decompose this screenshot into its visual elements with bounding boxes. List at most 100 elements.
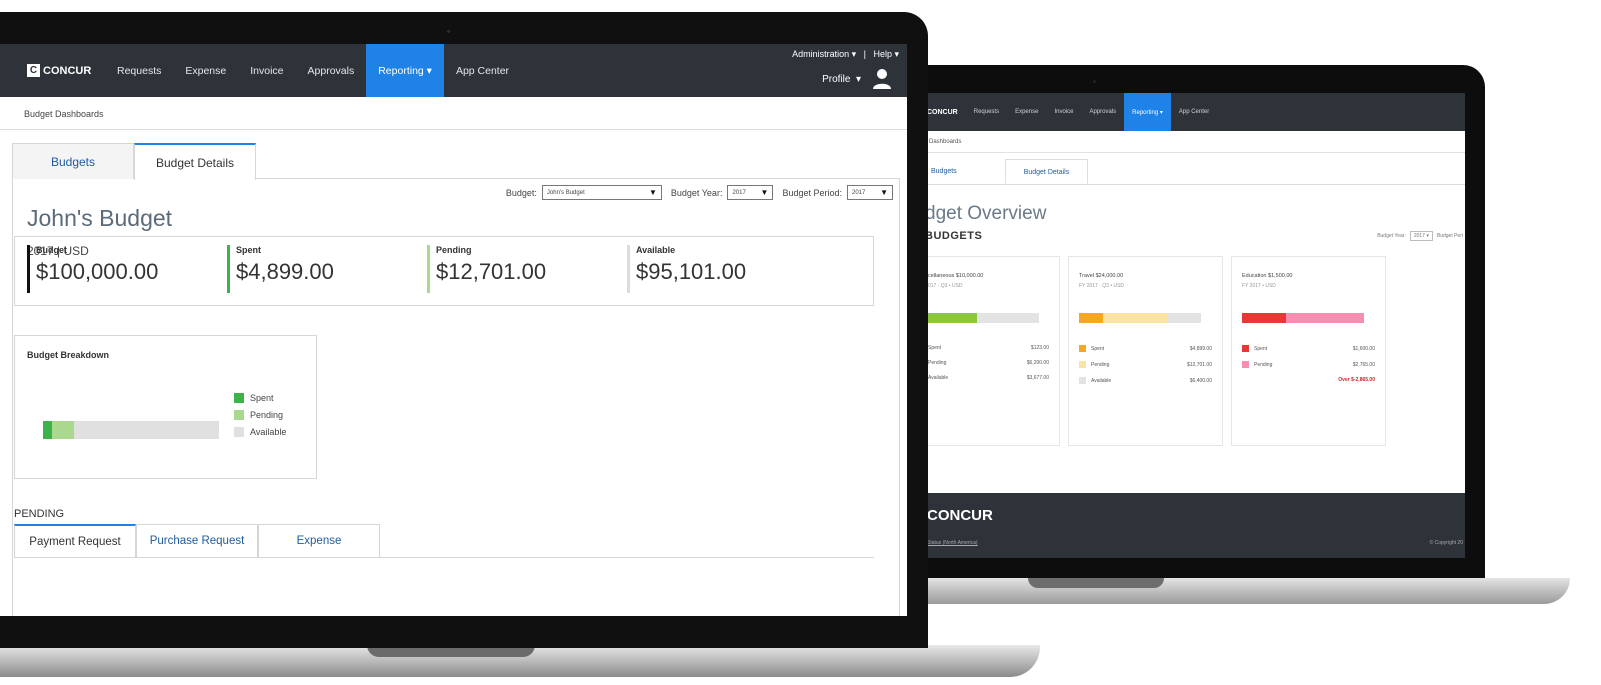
back-laptop-notch bbox=[1028, 578, 1164, 588]
back-card-swatch bbox=[1079, 361, 1086, 368]
budget-label: Budget: bbox=[505, 187, 537, 198]
back-nav-invoice[interactable]: Invoice bbox=[1046, 93, 1081, 131]
back-card-swatch bbox=[1079, 345, 1086, 352]
pending-tab-purchase-request[interactable]: Purchase Request bbox=[136, 524, 258, 558]
front-screen: C CONCUR Requests Expense Invoice Approv… bbox=[0, 44, 907, 616]
legend-item-pending: Pending bbox=[234, 410, 286, 420]
summary-value: $4,899.00 bbox=[236, 259, 334, 284]
front-camera-icon: ◦ bbox=[447, 26, 451, 36]
pending-tab-expense[interactable]: Expense bbox=[258, 524, 380, 558]
nav-requests[interactable]: Requests bbox=[105, 44, 173, 97]
budget-summary: Budget $100,000.00 Spent $4,899.00 Pending $1… bbox=[14, 236, 874, 306]
breakdown-title: Budget Breakdown bbox=[27, 350, 110, 360]
back-card-row: Spent $123.00 bbox=[928, 345, 1049, 351]
nav-bar: C CONCUR Requests Expense Invoice Approv… bbox=[0, 44, 907, 97]
concur-logo-icon: C bbox=[27, 64, 40, 77]
back-nav-requests[interactable]: Requests bbox=[966, 93, 1007, 131]
user-avatar-icon[interactable] bbox=[872, 68, 892, 90]
back-card-title: cellaneous $10,000.00 bbox=[928, 273, 984, 279]
summary-item-budget: Budget $100,000.00 bbox=[27, 245, 227, 293]
back-tab-budgets[interactable]: Budgets bbox=[925, 159, 975, 184]
back-card-swatch bbox=[1242, 361, 1249, 368]
back-card-title: Travel $24,000.00 bbox=[1079, 273, 1124, 279]
profile-menu[interactable]: Profile ▾ bbox=[822, 74, 861, 85]
back-card-row-key: Spent bbox=[1079, 345, 1104, 352]
tab-budgets[interactable]: Budgets bbox=[12, 143, 134, 179]
back-footer-brand: CONCUR bbox=[927, 507, 993, 524]
back-card-swatch bbox=[1079, 377, 1086, 384]
back-budget-card[interactable]: cellaneous $10,000.00 017 · Q3 • USD Spent… bbox=[925, 256, 1060, 446]
back-card-swatch bbox=[1242, 345, 1249, 352]
nav-approvals[interactable]: Approvals bbox=[296, 44, 367, 97]
back-card-row-label: Pending bbox=[1091, 361, 1110, 368]
budget-dropdown[interactable]: John's Budget ▼ bbox=[541, 185, 662, 200]
pending-tabs-divider bbox=[14, 557, 874, 558]
back-card-legend: Spent $4,899.00 Pending $12,701.00 Available… bbox=[1079, 345, 1212, 384]
back-card-title: Education $1,500.00 bbox=[1242, 273, 1293, 279]
page-title: John's Budget bbox=[27, 205, 173, 231]
nav-invoice[interactable]: Invoice bbox=[238, 44, 295, 97]
back-card-row-value: $1,600.00 bbox=[1352, 345, 1375, 352]
back-footer-status-link[interactable]: Status (North America) bbox=[927, 540, 978, 546]
budget-year-label: Budget Year: bbox=[670, 187, 723, 198]
back-card-row-label: Pending bbox=[928, 360, 947, 366]
back-breadcrumb[interactable]: Dashboards bbox=[925, 131, 1465, 153]
breadcrumb[interactable]: Budget Dashboards bbox=[0, 97, 907, 130]
back-tab-budget-details[interactable]: Budget Details bbox=[1004, 159, 1089, 184]
budget-period-dropdown[interactable]: 2017 ▼ bbox=[847, 185, 893, 200]
budget-selectors: Budget: John's Budget ▼ Budget Year: 201… bbox=[506, 185, 893, 200]
summary-item-spent: Spent $4,899.00 bbox=[227, 245, 427, 293]
back-card-row: Available $6,400.00 bbox=[1079, 377, 1212, 384]
back-card-row: Pending $6,200.00 bbox=[928, 360, 1049, 366]
back-screen: CONCUR Requests Expense Invoice Approval… bbox=[925, 93, 1465, 558]
back-section-title: BUDGETS bbox=[925, 230, 983, 242]
budget-breakdown-card: Budget Breakdown Spent Pending Available bbox=[14, 335, 317, 479]
back-card-bar-segment bbox=[1079, 313, 1104, 323]
concur-logo[interactable]: C CONCUR bbox=[27, 64, 91, 77]
back-card-subtitle: FY 2017 • USD bbox=[1242, 283, 1276, 289]
back-card-legend: Spent $1,600.00 Pending $2,765.00 Over $-2,8… bbox=[1242, 345, 1375, 383]
back-card-row-key: Available bbox=[1079, 377, 1111, 384]
nav-reporting[interactable]: Reporting ▾ bbox=[366, 44, 444, 97]
back-budget-card[interactable]: Travel $24,000.00 FY 2017 · Q3 • USD Spent… bbox=[1068, 256, 1223, 446]
nav-items: Requests Expense Invoice Approvals Repor… bbox=[105, 44, 521, 97]
back-camera-icon: ◦ bbox=[1093, 77, 1096, 86]
legend-swatch bbox=[234, 427, 244, 437]
summary-value: $100,000.00 bbox=[36, 259, 159, 284]
back-footer-copyright: © Copyright 20 bbox=[1429, 540, 1463, 546]
back-card-row-key: Pending bbox=[1242, 361, 1272, 368]
back-card-row-key: Available bbox=[928, 375, 948, 381]
back-card-row-label: Spent bbox=[1091, 345, 1105, 352]
back-nav-app-center[interactable]: App Center bbox=[1171, 93, 1217, 131]
legend-item-available: Available bbox=[234, 427, 286, 437]
back-card-row-label: Available bbox=[928, 375, 949, 381]
legend-swatch bbox=[234, 410, 244, 420]
back-card-row-value: $2,765.00 bbox=[1352, 361, 1375, 368]
back-brand[interactable]: CONCUR bbox=[925, 93, 966, 131]
back-budget-card[interactable]: Education $1,500.00 FY 2017 • USD Spent $1,… bbox=[1231, 256, 1386, 446]
back-year-dropdown[interactable]: 2017 ▾ bbox=[1409, 231, 1433, 241]
administration-help-menu[interactable]: Administration ▾ | Help ▾ bbox=[792, 49, 899, 60]
back-card-row-label: Spent bbox=[928, 345, 942, 351]
back-period-label: Budget Peri bbox=[1436, 233, 1463, 239]
tab-budget-details[interactable]: Budget Details bbox=[134, 143, 256, 180]
breakdown-bar-spent bbox=[43, 421, 52, 439]
nav-app-center[interactable]: App Center bbox=[444, 44, 521, 97]
legend-label: Spent bbox=[250, 393, 274, 403]
back-nav-expense[interactable]: Expense bbox=[1007, 93, 1046, 131]
back-section-header: BUDGETS Budget Year: 2017 ▾ Budget Peri bbox=[925, 230, 1465, 242]
back-nav-approvals[interactable]: Approvals bbox=[1081, 93, 1124, 131]
budget-year-dropdown[interactable]: 2017 ▼ bbox=[727, 185, 774, 200]
nav-expense[interactable]: Expense bbox=[173, 44, 238, 97]
summary-label: Available bbox=[636, 245, 676, 255]
breakdown-legend: Spent Pending Available bbox=[234, 393, 286, 437]
pending-tab-payment-request[interactable]: Payment Request bbox=[14, 524, 136, 558]
back-year-label: Budget Year: bbox=[1377, 233, 1406, 239]
back-nav-reporting[interactable]: Reporting ▾ bbox=[1124, 93, 1171, 131]
back-budget-cards: cellaneous $10,000.00 017 · Q3 • USD Spent… bbox=[925, 256, 1465, 446]
back-card-bar-segment bbox=[1167, 313, 1202, 323]
summary-value: $95,101.00 bbox=[636, 259, 747, 284]
back-laptop-base bbox=[880, 578, 1570, 604]
summary-label: Budget bbox=[36, 245, 67, 255]
back-card-row-value: $123.00 bbox=[1030, 345, 1049, 351]
